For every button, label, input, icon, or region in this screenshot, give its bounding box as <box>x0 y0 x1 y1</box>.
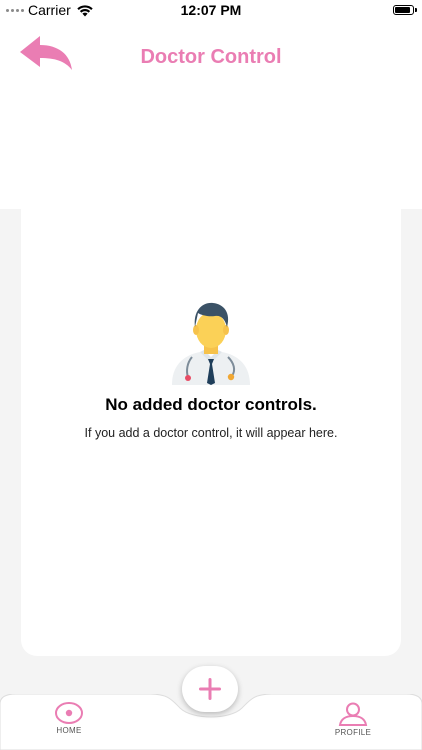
tab-home[interactable]: HOME <box>29 702 109 735</box>
header: Doctor Control <box>0 22 422 92</box>
add-button[interactable] <box>182 666 238 712</box>
battery-icon <box>393 5 417 15</box>
empty-state-card: No added doctor controls. If you add a d… <box>21 209 401 656</box>
status-time: 12:07 PM <box>180 2 242 18</box>
user-icon <box>338 702 368 726</box>
tab-profile-label: PROFILE <box>334 728 372 737</box>
plus-icon <box>199 678 221 700</box>
empty-state-subtitle: If you add a doctor control, it will app… <box>84 426 338 440</box>
page-title: Doctor Control <box>140 46 282 68</box>
empty-state-title: No added doctor controls. <box>105 395 317 414</box>
doctor-icon <box>172 302 250 385</box>
eye-icon <box>55 702 83 724</box>
tab-home-label: HOME <box>56 726 82 735</box>
status-bar: Carrier 12:07 PM <box>0 0 422 22</box>
tab-profile[interactable]: PROFILE <box>313 702 393 737</box>
